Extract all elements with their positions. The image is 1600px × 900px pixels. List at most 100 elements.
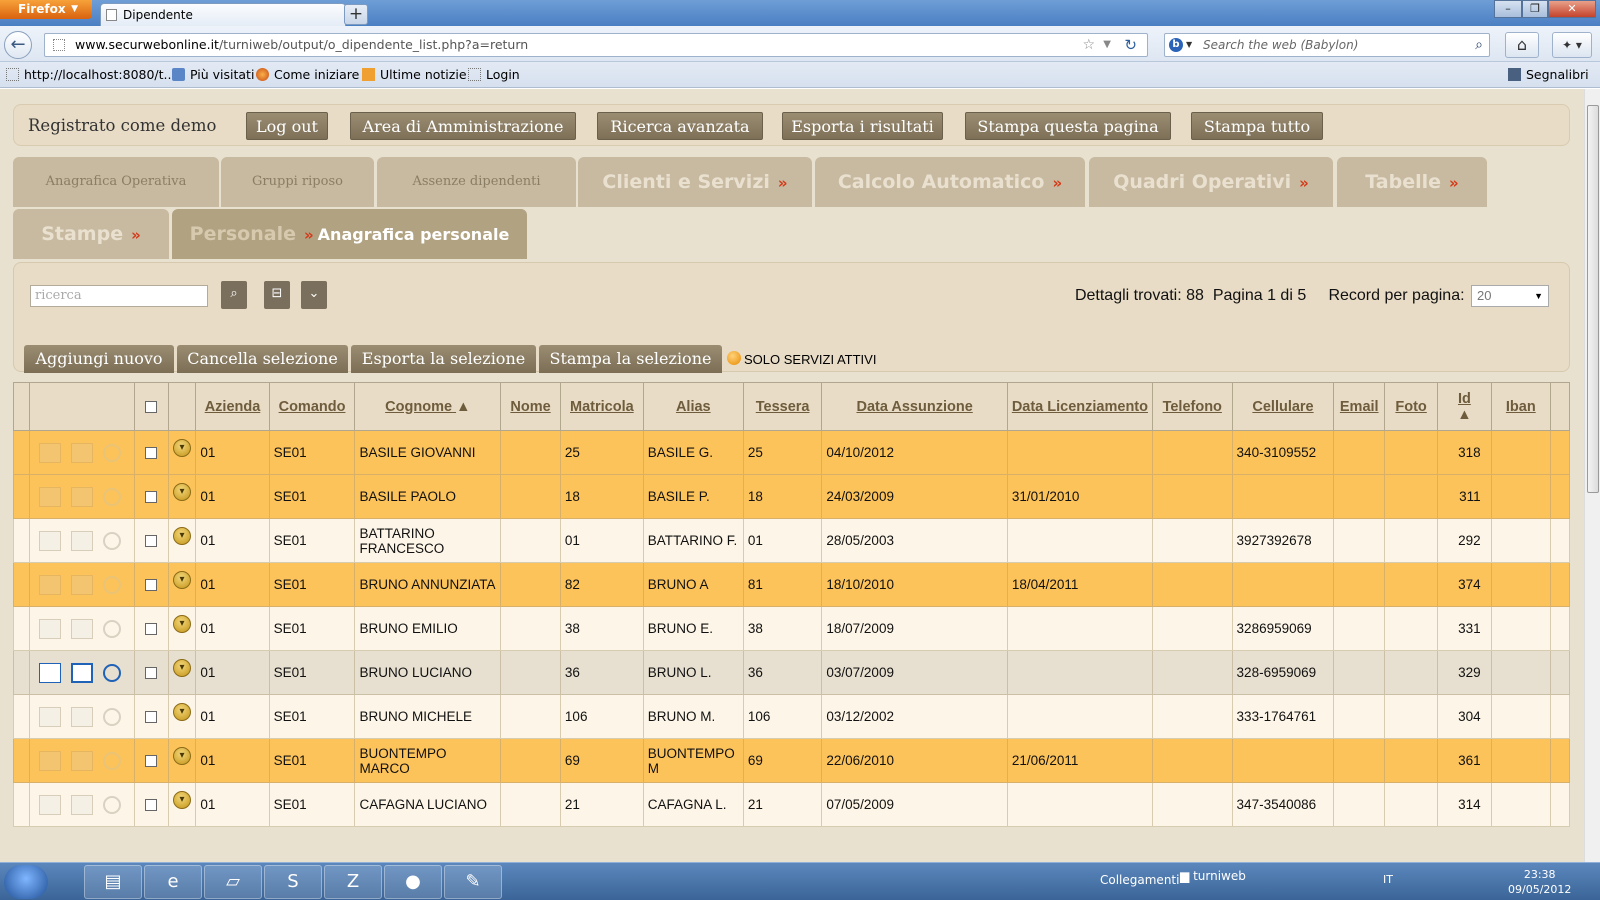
header-iban[interactable]: Iban <box>1490 382 1552 431</box>
edit-icon[interactable] <box>38 794 61 815</box>
copy-icon[interactable] <box>70 618 93 639</box>
new-tab-button[interactable]: + <box>344 4 368 25</box>
table-row[interactable]: ▾ 01 SE01 BRUNO MICHELE 106 BRUNO M. 106 03/12/… <box>13 694 1570 739</box>
expand-row-icon[interactable]: ▾ <box>172 615 191 633</box>
logout-button[interactable]: Log out <box>246 112 328 140</box>
admin-area-button[interactable]: Area di Amministrazione <box>350 112 576 140</box>
advanced-search-button[interactable]: Ricerca avanzata <box>597 112 763 140</box>
url-history-dropdown-icon[interactable]: ▼ <box>1103 34 1111 56</box>
row-checkbox[interactable] <box>145 755 158 768</box>
firefox-menu-button[interactable]: Firefox ▼ <box>0 0 92 19</box>
expand-row-icon[interactable]: ▾ <box>172 527 191 545</box>
internet-explorer-icon[interactable]: e <box>144 865 202 899</box>
table-row[interactable]: ▾ 01 SE01 BRUNO LUCIANO 36 BRUNO L. 36 03/07/20… <box>13 650 1570 695</box>
tab-quadri-operativi[interactable]: Quadri Operativi » <box>1089 157 1333 207</box>
delete-selection-button[interactable]: Cancella selezione <box>177 345 348 373</box>
expand-search-button[interactable]: ⌄ <box>301 281 327 309</box>
header-alias[interactable]: Alias <box>642 382 744 431</box>
expand-row-icon[interactable]: ▾ <box>172 439 191 457</box>
copy-icon[interactable] <box>70 794 93 815</box>
expand-row-icon[interactable]: ▾ <box>172 659 191 677</box>
table-row[interactable]: ▾ 01 SE01 CAFAGNA LUCIANO 21 CAFAGNA L. 21 07/0… <box>13 782 1570 827</box>
edit-icon[interactable] <box>38 706 61 727</box>
edit-icon[interactable] <box>38 442 61 463</box>
back-button[interactable]: ← <box>4 31 32 59</box>
header-matricola[interactable]: Matricola <box>559 382 644 431</box>
add-new-button[interactable]: Aggiungi nuovo <box>24 345 174 373</box>
tab-gruppi-riposo[interactable]: Gruppi riposo <box>221 157 374 207</box>
view-icon[interactable] <box>102 531 121 550</box>
header-nome[interactable]: Nome <box>500 382 561 431</box>
copy-icon[interactable] <box>70 706 93 727</box>
row-checkbox[interactable] <box>145 579 158 592</box>
page-scrollbar[interactable] <box>1584 89 1600 862</box>
filezilla-icon[interactable]: Z <box>324 865 382 899</box>
tab-anagrafica-operativa[interactable]: Anagrafica Operativa <box>13 157 219 207</box>
edit-icon[interactable] <box>38 574 61 595</box>
bookmark-login[interactable]: Login <box>468 67 520 82</box>
header-comando[interactable]: Comando <box>268 382 356 431</box>
scrollbar-thumb[interactable] <box>1587 105 1599 493</box>
table-row[interactable]: ▾ 01 SE01 BATTARINO FRANCESCO 01 BATTARINO F.… <box>13 518 1570 563</box>
home-button[interactable]: ⌂ <box>1505 32 1539 58</box>
table-row[interactable]: ▾ 01 SE01 BUONTEMPO MARCO 69 BUONTEMPO M 69 22/… <box>13 738 1570 783</box>
reload-icon[interactable]: ↻ <box>1124 34 1137 56</box>
view-icon[interactable] <box>102 443 121 462</box>
header-tessera[interactable]: Tessera <box>742 382 823 431</box>
web-search-input[interactable]: b ▼ Search the web (Babylon) ⌕ <box>1164 33 1490 57</box>
edit-icon[interactable] <box>38 750 61 771</box>
copy-icon[interactable] <box>70 662 93 683</box>
export-selection-button[interactable]: Esporta la selezione <box>351 345 536 373</box>
print-selection-button[interactable]: Stampa la selezione <box>539 345 722 373</box>
table-row[interactable]: ▾ 01 SE01 BRUNO ANNUNZIATA 82 BRUNO A 81 18/10/… <box>13 562 1570 607</box>
tab-clienti-servizi[interactable]: Clienti e Servizi » <box>578 157 812 207</box>
print-all-button[interactable]: Stampa tutto <box>1191 112 1323 140</box>
copy-icon[interactable] <box>70 750 93 771</box>
header-data-assunzione[interactable]: Data Assunzione <box>821 382 1008 431</box>
header-foto[interactable]: Foto <box>1383 382 1439 431</box>
header-email[interactable]: Email <box>1333 382 1385 431</box>
active-services-toggle[interactable]: SOLO SERVIZI ATTIVI <box>727 347 876 373</box>
edit-icon[interactable] <box>38 618 61 639</box>
firefox-icon[interactable]: ● <box>384 865 442 899</box>
row-checkbox[interactable] <box>145 535 158 548</box>
row-checkbox[interactable] <box>145 799 158 812</box>
bookmark-ultime-notizie[interactable]: Ultime notizie <box>362 67 467 82</box>
copy-icon[interactable] <box>70 530 93 551</box>
expand-row-icon[interactable]: ▾ <box>172 747 191 765</box>
search-engine-icon[interactable]: b <box>1169 38 1183 52</box>
maximize-button[interactable]: ❐ <box>1522 0 1548 18</box>
edit-icon[interactable] <box>38 662 61 683</box>
view-icon[interactable] <box>102 795 121 814</box>
copy-icon[interactable] <box>70 442 93 463</box>
bookmarks-menu[interactable]: Segnalibri <box>1508 67 1589 82</box>
header-telefono[interactable]: Telefono <box>1151 382 1233 431</box>
header-cognome[interactable]: Cognome ▲ <box>354 382 502 431</box>
row-checkbox[interactable] <box>145 667 158 680</box>
view-icon[interactable] <box>102 751 121 770</box>
show-all-button[interactable]: ⊟ <box>264 281 290 309</box>
tab-stampe[interactable]: Stampe » <box>13 209 169 259</box>
taskbar-collegamenti[interactable]: Collegamenti <box>1100 873 1179 887</box>
url-bar[interactable]: www.securwebonline.it/turniweb/output/o_… <box>44 33 1148 57</box>
table-row[interactable]: ▾ 01 SE01 BRUNO EMILIO 38 BRUNO E. 38 18/07/200… <box>13 606 1570 651</box>
expand-row-icon[interactable]: ▾ <box>172 571 191 589</box>
header-cellulare[interactable]: Cellulare <box>1231 382 1335 431</box>
bookmark-localhost[interactable]: http://localhost:8080/t... <box>6 67 175 82</box>
start-button[interactable] <box>4 865 48 899</box>
copy-icon[interactable] <box>70 486 93 507</box>
edit-icon[interactable] <box>38 530 61 551</box>
expand-row-icon[interactable]: ▾ <box>172 483 191 501</box>
notes-icon[interactable]: ▱ <box>204 865 262 899</box>
view-icon[interactable] <box>102 619 121 638</box>
view-icon[interactable] <box>102 487 121 506</box>
minimize-button[interactable]: – <box>1494 0 1522 18</box>
records-per-page-select[interactable]: 20 ▼ <box>1471 285 1549 307</box>
system-clock[interactable]: 23:38 09/05/2012 <box>1508 867 1571 897</box>
table-row[interactable]: ▾ 01 SE01 BASILE PAOLO 18 BASILE P. 18 24/03/20… <box>13 474 1570 519</box>
tab-tabelle[interactable]: Tabelle » <box>1337 157 1487 207</box>
table-row[interactable]: ▾ 01 SE01 BASILE GIOVANNI 25 BASILE G. 25 04/10… <box>13 430 1570 475</box>
edit-icon[interactable] <box>38 486 61 507</box>
view-icon[interactable] <box>102 663 121 682</box>
gimp-icon[interactable]: ✎ <box>444 865 502 899</box>
